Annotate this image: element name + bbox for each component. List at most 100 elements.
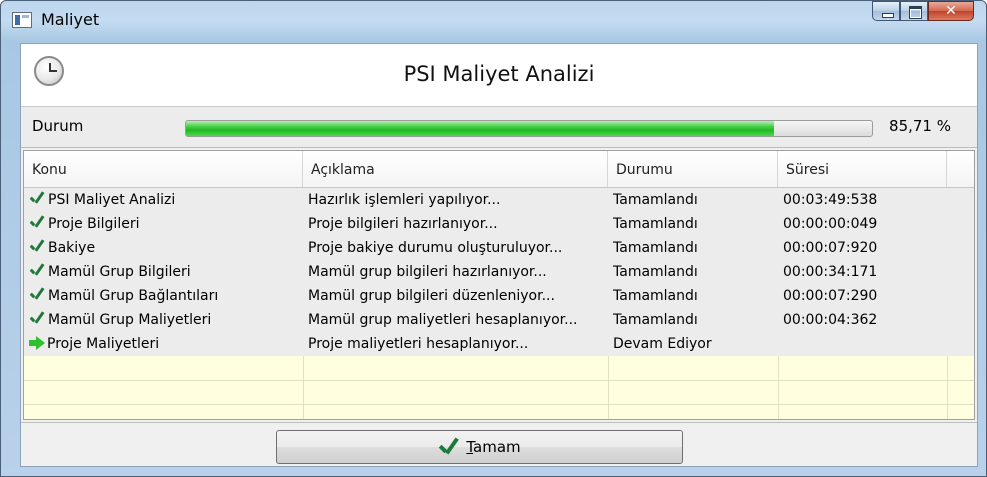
cell-konu: Mamül Grup Bilgileri — [24, 260, 303, 284]
table-row[interactable]: Mamül Grup Bilgileri Mamül grup bilgileri… — [24, 260, 974, 284]
ok-button[interactable]: Tamam — [276, 430, 683, 464]
table-row[interactable]: Proje Maliyetleri Proje maliyetleri hesap… — [24, 332, 974, 356]
table-row[interactable]: PSI Maliyet Analizi Hazırlık işlemleri ya… — [24, 188, 974, 212]
cell-text: PSI Maliyet Analizi — [48, 192, 176, 208]
cell-text: Mamül grup maliyetleri hesaplanıyor... — [308, 312, 578, 328]
cell-text: 00:00:00:049 — [783, 216, 878, 232]
cell-text: Mamül grup bilgileri düzenleniyor... — [308, 288, 555, 304]
cell-konu: Proje Maliyetleri — [24, 332, 303, 356]
cell-aciklama: Proje maliyetleri hesaplanıyor... — [303, 332, 608, 356]
cell-durumu: Tamamlandı — [608, 188, 778, 212]
cell-text: 00:00:07:290 — [783, 288, 878, 304]
minimize-button[interactable] — [872, 1, 900, 21]
cell-text: Mamül Grup Maliyetleri — [48, 312, 212, 328]
maximize-button[interactable] — [900, 1, 928, 21]
ok-button-label: Tamam — [466, 438, 520, 456]
maximize-icon — [909, 6, 922, 19]
window-controls: ✕ — [872, 1, 974, 23]
cell-text: 00:03:49:538 — [783, 192, 878, 208]
cell-text: Mamül Grup Bağlantıları — [48, 288, 219, 304]
grid-rows: PSI Maliyet Analizi Hazırlık işlemleri ya… — [24, 188, 974, 356]
cell-text: Proje Maliyetleri — [47, 336, 160, 352]
cell-suresi: 00:03:49:538 — [778, 188, 947, 212]
cell-suresi: 00:00:34:171 — [778, 260, 947, 284]
check-icon — [29, 192, 45, 206]
check-icon — [29, 216, 45, 230]
window-title: Maliyet — [41, 10, 100, 29]
ok-button-label-rest: amam — [473, 438, 521, 456]
check-icon — [29, 240, 45, 254]
column-header-suresi[interactable]: Süresi — [778, 151, 947, 187]
cell-konu: Bakiye — [24, 236, 303, 260]
cell-aciklama: Mamül grup maliyetleri hesaplanıyor... — [303, 308, 608, 332]
cell-text: Tamamlandı — [613, 192, 698, 208]
cell-durumu: Devam Ediyor — [608, 332, 778, 356]
column-header-filler — [947, 151, 974, 187]
column-header-aciklama[interactable]: Açıklama — [303, 151, 608, 187]
cell-text: Proje bilgileri hazırlanıyor... — [308, 216, 498, 232]
arrow-right-icon — [29, 336, 45, 350]
task-grid[interactable]: Konu Açıklama Durumu Süresi PSI Maliyet … — [23, 150, 975, 420]
progress-fill — [186, 121, 774, 136]
cell-aciklama: Mamül grup bilgileri hazırlanıyor... — [303, 260, 608, 284]
cell-konu: PSI Maliyet Analizi — [24, 188, 303, 212]
cell-text: Tamamlandı — [613, 312, 698, 328]
cell-text: Proje maliyetleri hesaplanıyor... — [308, 336, 529, 352]
cell-suresi: 00:00:07:920 — [778, 236, 947, 260]
cell-text: Tamamlandı — [613, 288, 698, 304]
cell-text: Hazırlık işlemleri yapılıyor... — [308, 192, 501, 208]
cell-text: Bakiye — [48, 240, 96, 256]
window-frame: Maliyet ✕ PSI Maliyet Analizi Durum 85,7… — [0, 0, 987, 477]
cell-text: Tamamlandı — [613, 264, 698, 280]
app-window-icon — [12, 12, 32, 28]
status-label: Durum — [32, 117, 84, 135]
table-row[interactable]: Mamül Grup Bağlantıları Mamül grup bilgil… — [24, 284, 974, 308]
check-icon — [29, 264, 45, 278]
cell-text: Tamamlandı — [613, 216, 698, 232]
cell-durumu: Tamamlandı — [608, 260, 778, 284]
cell-text: 00:00:04:362 — [783, 312, 878, 328]
cell-suresi — [778, 332, 947, 356]
cell-text: Tamamlandı — [613, 240, 698, 256]
table-row[interactable]: Bakiye Proje bakiye durumu oluşturuluyor.… — [24, 236, 974, 260]
cell-suresi: 00:00:00:049 — [778, 212, 947, 236]
cell-text: Mamül Grup Bilgileri — [48, 264, 191, 280]
header: PSI Maliyet Analizi — [21, 44, 977, 107]
column-header-durumu[interactable]: Durumu — [608, 151, 778, 187]
cell-aciklama: Hazırlık işlemleri yapılıyor... — [303, 188, 608, 212]
grid-header: Konu Açıklama Durumu Süresi — [24, 151, 974, 188]
cell-text: Proje bakiye durumu oluşturuluyor... — [308, 240, 563, 256]
column-header-konu[interactable]: Konu — [24, 151, 303, 187]
grid-empty-line — [24, 404, 974, 405]
cell-aciklama: Proje bakiye durumu oluşturuluyor... — [303, 236, 608, 260]
progress-bar — [185, 120, 873, 137]
cell-konu: Proje Bilgileri — [24, 212, 303, 236]
cell-durumu: Tamamlandı — [608, 212, 778, 236]
table-row[interactable]: Proje Bilgileri Proje bilgileri hazırlanı… — [24, 212, 974, 236]
cell-durumu: Tamamlandı — [608, 284, 778, 308]
cell-text: Mamül grup bilgileri hazırlanıyor... — [308, 264, 547, 280]
cell-suresi: 00:00:04:362 — [778, 308, 947, 332]
cell-text: Devam Ediyor — [613, 336, 712, 352]
grid-empty-line — [24, 380, 974, 381]
cell-durumu: Tamamlandı — [608, 236, 778, 260]
check-icon — [438, 438, 460, 456]
cell-suresi: 00:00:07:290 — [778, 284, 947, 308]
minimize-icon — [882, 13, 894, 18]
cell-text: 00:00:07:920 — [783, 240, 878, 256]
title-bar[interactable]: Maliyet ✕ — [1, 1, 986, 41]
check-icon — [29, 312, 45, 326]
page-title: PSI Maliyet Analizi — [403, 62, 595, 86]
cell-text: 00:00:34:171 — [783, 264, 878, 280]
close-icon: ✕ — [945, 3, 957, 19]
cell-aciklama: Mamül grup bilgileri düzenleniyor... — [303, 284, 608, 308]
cell-aciklama: Proje bilgileri hazırlanıyor... — [303, 212, 608, 236]
status-bar: Durum 85,71 % — [21, 107, 977, 148]
cell-konu: Mamül Grup Maliyetleri — [24, 308, 303, 332]
check-icon — [29, 288, 45, 302]
dialog-client-area: PSI Maliyet Analizi Durum 85,71 % Konu A… — [20, 43, 978, 467]
cell-durumu: Tamamlandı — [608, 308, 778, 332]
close-button[interactable]: ✕ — [928, 1, 974, 21]
table-row[interactable]: Mamül Grup Maliyetleri Mamül grup maliyet… — [24, 308, 974, 332]
cell-konu: Mamül Grup Bağlantıları — [24, 284, 303, 308]
